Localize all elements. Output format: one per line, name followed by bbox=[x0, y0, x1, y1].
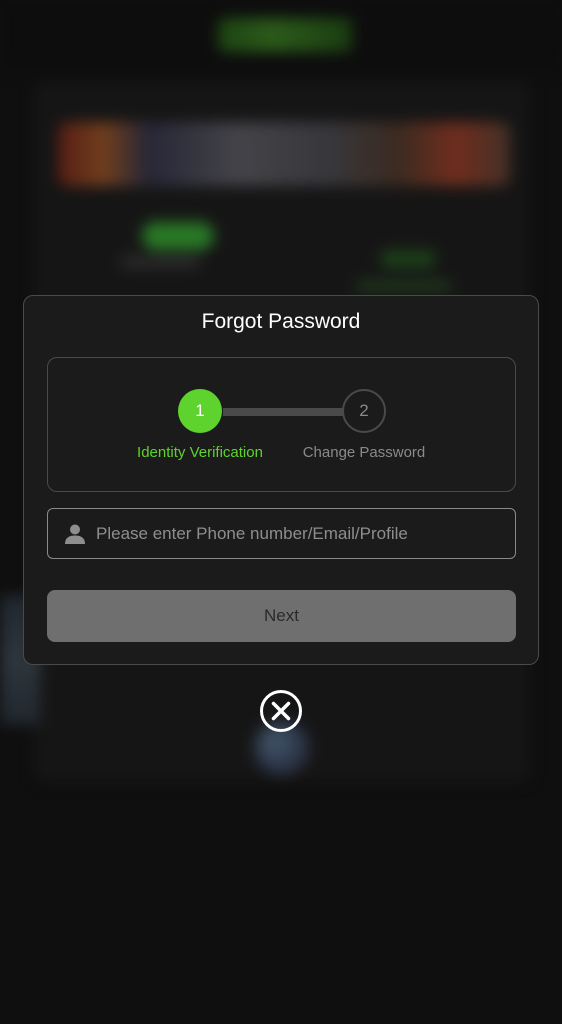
account-input-wrapper[interactable] bbox=[47, 508, 516, 559]
next-button[interactable]: Next bbox=[47, 590, 516, 642]
step-2-circle: 2 bbox=[342, 389, 386, 433]
forgot-password-screen: Forgot Password 1 2 Identity Verificatio… bbox=[0, 0, 562, 1024]
step-1-circle: 1 bbox=[178, 389, 222, 433]
step-1-label: Identity Verification bbox=[137, 444, 263, 461]
dialog-title: Forgot Password bbox=[201, 310, 361, 333]
user-icon bbox=[64, 523, 86, 545]
close-circle-icon[interactable] bbox=[259, 689, 303, 733]
forgot-password-dialog: Forgot Password 1 2 Identity Verificatio… bbox=[23, 295, 539, 665]
account-input[interactable] bbox=[94, 522, 505, 545]
step-indicator: 1 2 Identity Verification Change Passwor… bbox=[47, 357, 516, 492]
step-2-label: Change Password bbox=[302, 444, 426, 461]
